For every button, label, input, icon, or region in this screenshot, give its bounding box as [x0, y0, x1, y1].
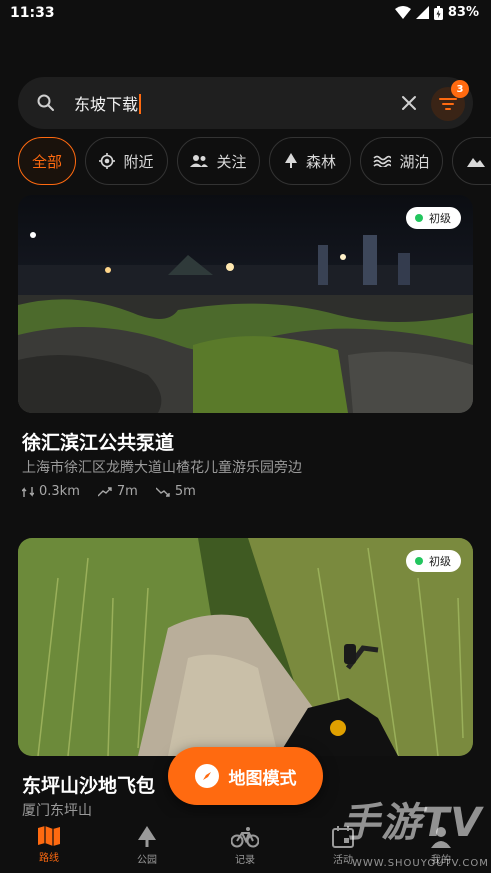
difficulty-dot	[415, 557, 423, 565]
chip-lake[interactable]: 湖泊	[360, 137, 443, 185]
search-icon	[37, 94, 54, 111]
descent-icon	[155, 487, 170, 497]
search-input[interactable]: 东坡下载	[74, 91, 142, 115]
ascent-value: 7m	[116, 484, 138, 499]
nav-item-records[interactable]: 记录	[210, 826, 280, 866]
search-query-text: 东坡下载	[74, 95, 139, 114]
map-mode-label: 地图模式	[228, 768, 297, 789]
watermark-url: WWW.SHOUYOUTV.COM	[352, 858, 489, 869]
pump-track-photo	[18, 195, 473, 413]
search-bar[interactable]: 东坡下载	[18, 77, 473, 129]
descent-stat: 5m	[155, 484, 196, 499]
battery-icon	[433, 5, 443, 20]
difficulty-badge: 初级	[406, 207, 461, 229]
text-cursor	[139, 94, 142, 114]
nav-label: 记录	[235, 855, 255, 866]
chip-label: 森林	[305, 152, 336, 171]
chip-label: 湖泊	[399, 152, 430, 171]
route-card[interactable]: 初级 徐汇滨江公共泵道 上海市徐汇区龙腾大道山楂花儿童游乐园旁边 0.3km 7…	[18, 195, 473, 515]
nav-label: 活动	[333, 855, 353, 866]
signal-icon	[415, 6, 429, 19]
nav-item-parks[interactable]: 公园	[112, 826, 182, 866]
chip-forest[interactable]: 森林	[269, 137, 351, 185]
battery-percent: 83%	[447, 5, 479, 20]
tree-icon	[284, 153, 297, 168]
status-time: 11:33	[10, 5, 55, 21]
chip-label: 关注	[216, 152, 247, 171]
route-stats: 0.3km 7m 5m	[22, 484, 196, 499]
nav-label: 公园	[137, 855, 157, 866]
ascent-stat: 7m	[97, 484, 138, 499]
water-icon	[373, 155, 392, 167]
compass-icon	[194, 764, 219, 788]
route-address: 厦门东坪山	[22, 803, 92, 819]
sand-trail-photo	[18, 538, 473, 756]
wifi-icon	[394, 6, 411, 19]
people-icon	[190, 155, 209, 167]
chip-all[interactable]: 全部	[18, 137, 76, 185]
map-mode-button[interactable]: 地图模式	[168, 747, 323, 805]
difficulty-dot	[415, 214, 423, 222]
map-icon	[38, 826, 60, 846]
tree-icon	[138, 826, 156, 847]
mountain-icon	[467, 158, 485, 167]
chip-following[interactable]: 关注	[177, 137, 260, 185]
category-chips: 全部 附近 关注 森林 湖泊	[0, 137, 491, 187]
filter-icon	[439, 98, 457, 110]
locate-icon	[99, 153, 116, 169]
bike-icon	[231, 827, 259, 848]
chip-label: 附近	[123, 152, 154, 171]
nav-label: 路线	[39, 853, 59, 864]
difficulty-label: 初级	[429, 555, 451, 568]
distance-stat: 0.3km	[22, 484, 80, 499]
route-title: 徐汇滨江公共泵道	[22, 432, 175, 454]
difficulty-label: 初级	[429, 212, 451, 225]
watermark-logo: 手游TV	[340, 800, 483, 846]
route-image[interactable]: 初级	[18, 195, 473, 413]
difficulty-badge: 初级	[406, 550, 461, 572]
clear-icon[interactable]	[400, 94, 418, 112]
route-image[interactable]: 初级	[18, 538, 473, 756]
chip-label: 全部	[31, 152, 62, 171]
distance-value: 0.3km	[39, 484, 80, 499]
descent-value: 5m	[174, 484, 196, 499]
route-address: 上海市徐汇区龙腾大道山楂花儿童游乐园旁边	[22, 460, 302, 476]
nav-item-routes[interactable]: 路线	[14, 826, 84, 864]
status-bar: 11:33 83%	[0, 0, 491, 30]
route-title: 东坪山沙地飞包	[22, 775, 156, 797]
distance-icon	[22, 486, 34, 497]
ascent-icon	[97, 486, 112, 496]
chip-mountain[interactable]	[452, 137, 491, 185]
chip-nearby[interactable]: 附近	[85, 137, 168, 185]
filter-count-badge: 3	[451, 80, 469, 98]
